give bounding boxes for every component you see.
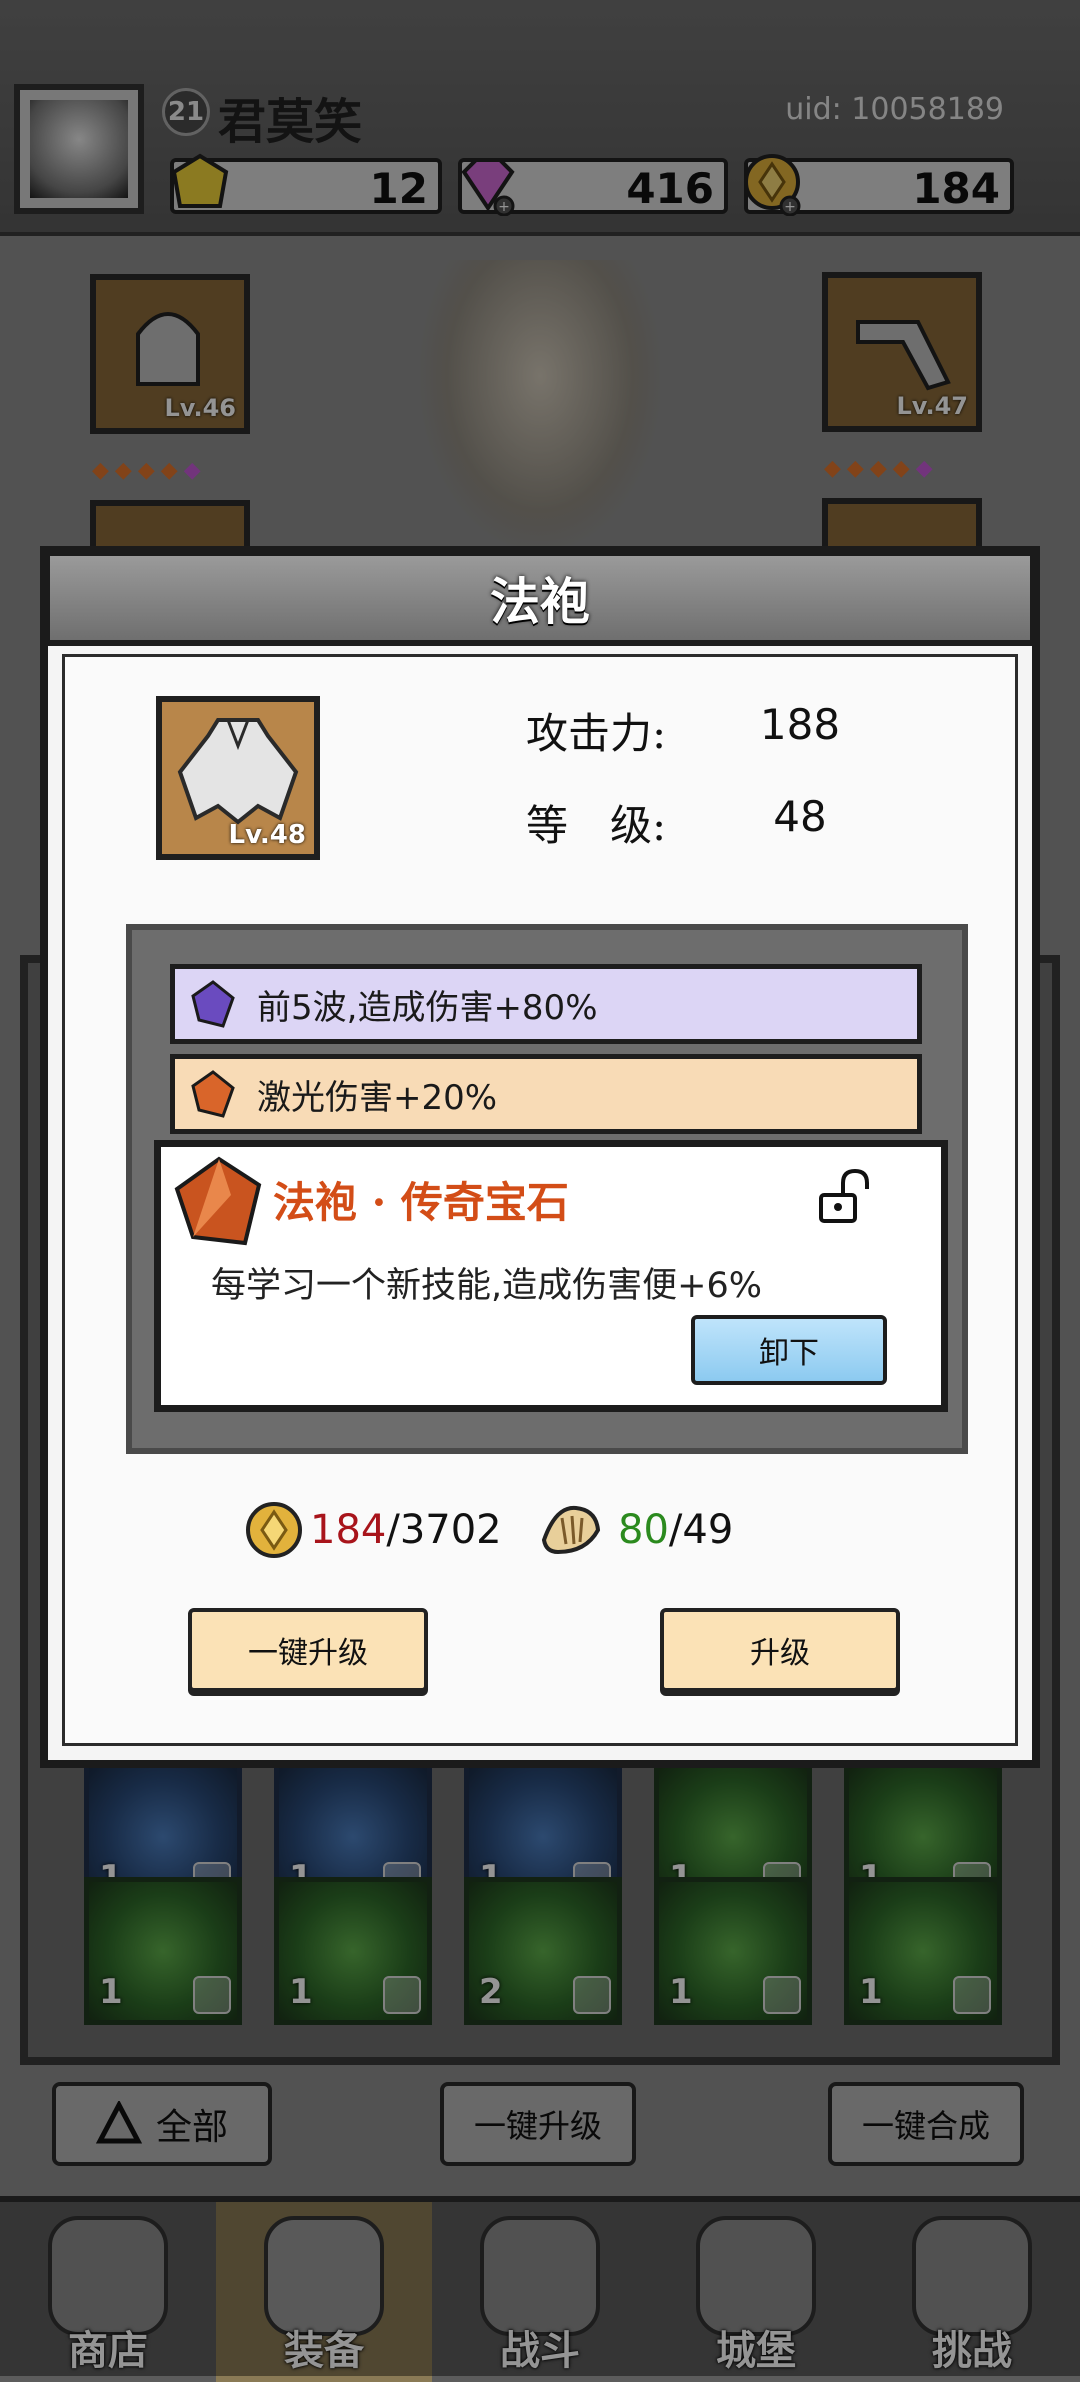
legendary-gem-description: 每学习一个新技能,造成伤害便+6% (211, 1266, 762, 1306)
modal-upgrade-all-button[interactable]: 一键升级 (188, 1608, 428, 1692)
affix-row-1: 前5波,造成伤害+80% (170, 964, 922, 1044)
modal-title: 法袍 (44, 550, 1036, 646)
attack-value: 188 (759, 700, 841, 749)
level-label: 等 级: (526, 801, 667, 850)
purple-gem-icon (191, 980, 235, 1028)
legendary-gem-card: 法袍 · 传奇宝石 每学习一个新技能,造成伤害便+6% 卸下 (154, 1140, 948, 1412)
coin-cost: 184 /3702 (244, 1500, 502, 1560)
gem-socket-panel: 前5波,造成伤害+80% 激光伤害+20% 法袍 · 传奇宝石 每学习一个新技能… (126, 924, 968, 1454)
scroll-cost: 80 /49 (536, 1500, 733, 1560)
scroll-icon (541, 1505, 601, 1555)
modal-upgrade-button[interactable]: 升级 (660, 1608, 900, 1692)
robe-item-icon: Lv.48 (156, 696, 320, 860)
unequip-button[interactable]: 卸下 (691, 1315, 887, 1385)
orange-gem-icon (191, 1070, 235, 1118)
level-value: 48 (773, 792, 827, 841)
item-detail-modal: 法袍 Lv.48 攻击力: 188 等 级: 48 前5波,造成伤害+80% 激… (40, 546, 1040, 1768)
unlock-icon[interactable] (813, 1167, 873, 1227)
attack-label: 攻击力: (526, 709, 667, 758)
coin-icon (246, 1502, 302, 1558)
legendary-gem-title: 法袍 · 传奇宝石 (273, 1178, 569, 1227)
affix-row-2: 激光伤害+20% (170, 1054, 922, 1134)
legendary-gem-icon (174, 1156, 262, 1246)
robe-icon (177, 718, 299, 825)
